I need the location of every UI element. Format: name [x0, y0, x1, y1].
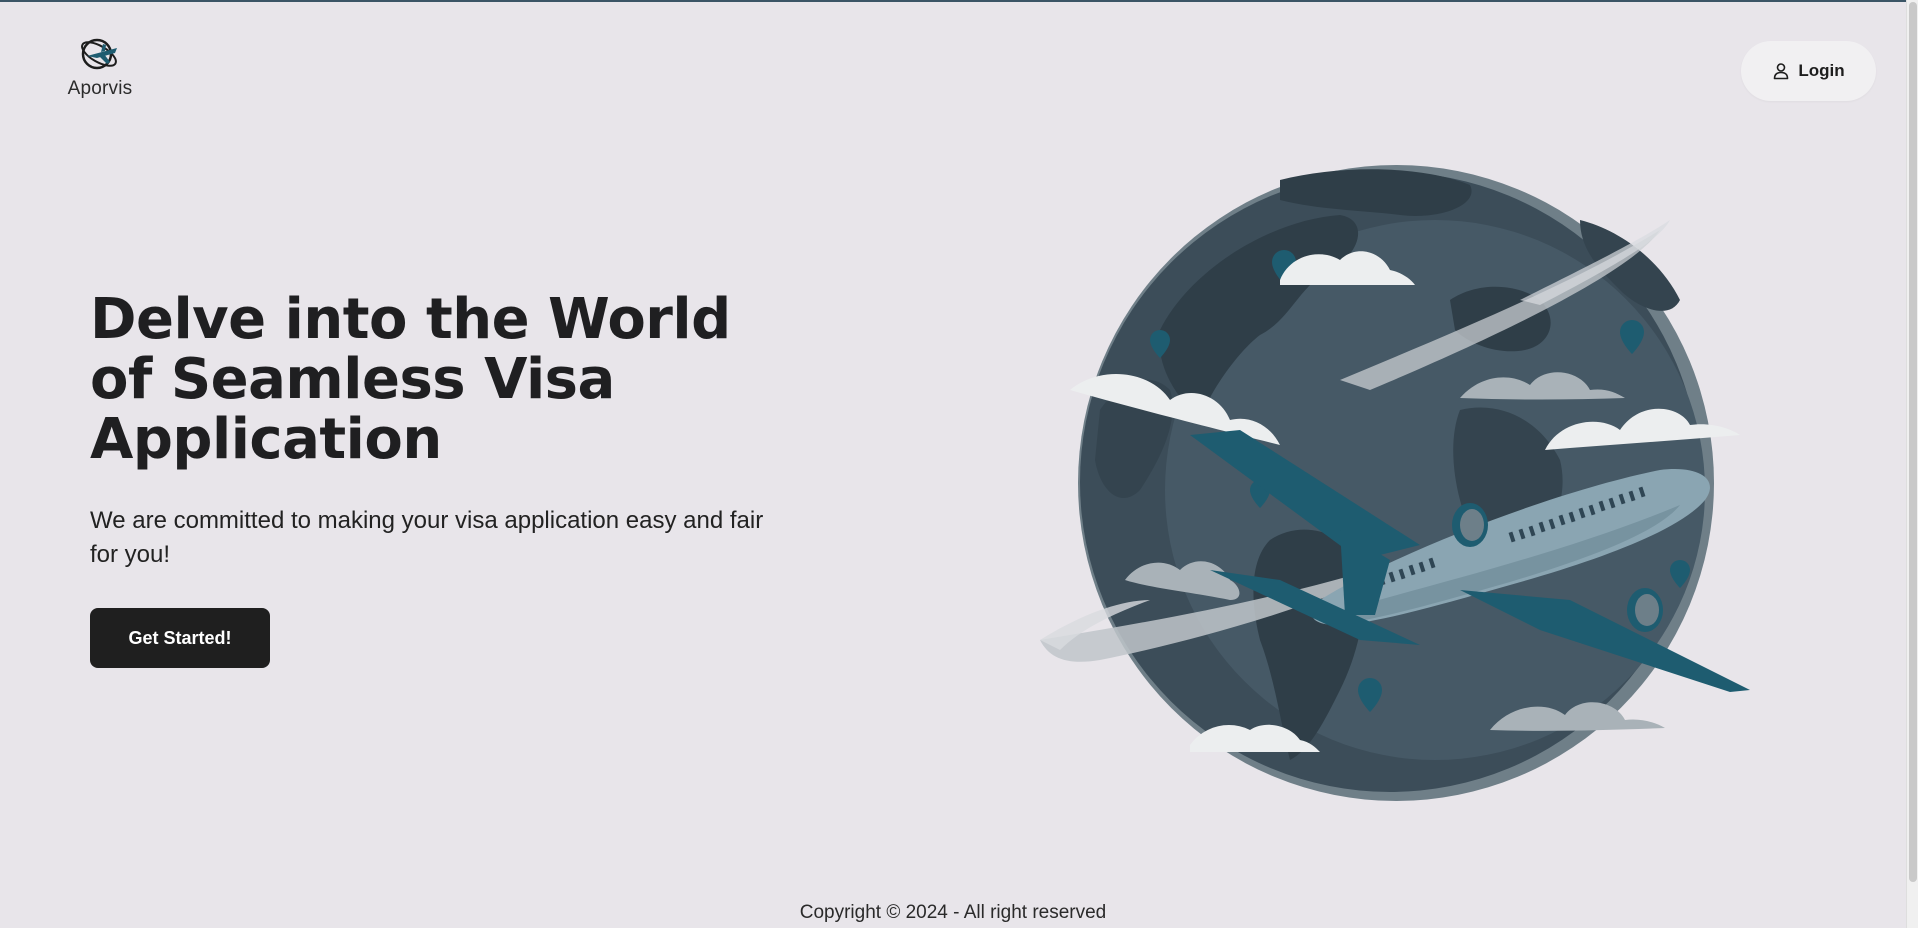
window-top-border — [0, 0, 1918, 2]
brand-name: Aporvis — [67, 78, 133, 99]
globe-plane-icon — [81, 38, 117, 70]
hero-title: Delve into the World of Seamless Visa Ap… — [90, 287, 731, 472]
get-started-button[interactable]: Get Started! — [90, 608, 270, 668]
brand-logo-link[interactable]: Aporvis — [62, 34, 138, 100]
user-icon — [1774, 63, 1789, 80]
login-label: Login — [1798, 61, 1845, 80]
login-button[interactable]: Login — [1741, 41, 1876, 101]
hero-subtitle: We are committed to making your visa app… — [90, 507, 764, 568]
vertical-scrollbar[interactable] — [1906, 0, 1918, 928]
scrollbar-thumb[interactable] — [1909, 2, 1917, 882]
site-footer: Copyright © 2024 - All right reserved — [0, 902, 1906, 924]
copyright-text: Copyright © 2024 - All right reserved — [799, 902, 1107, 923]
globe-airplane-illustration — [1040, 160, 1760, 810]
